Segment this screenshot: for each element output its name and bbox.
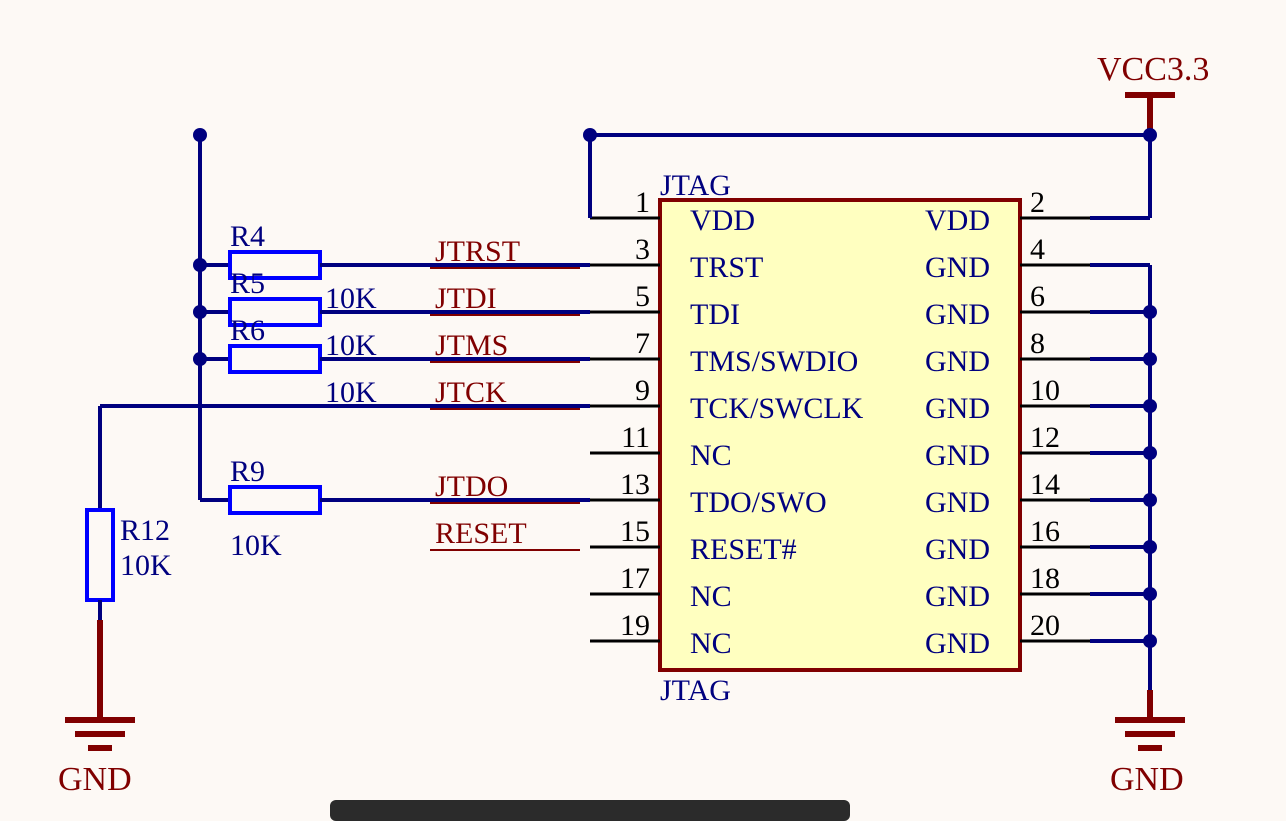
pin13-number: 13 (620, 468, 650, 501)
taskbar-fragment (330, 800, 850, 821)
resistor-r9 (230, 487, 320, 513)
vcc-symbol: VCC3.3 (1097, 51, 1209, 135)
pin12-name: GND (925, 439, 990, 472)
pin1-name: VDD (690, 204, 755, 237)
pin20-name: GND (925, 627, 990, 660)
r5-designator: R5 (230, 267, 265, 300)
pin9-number: 9 (635, 374, 650, 407)
pin17-number: 17 (620, 562, 650, 595)
svg-text:GND: GND (58, 761, 132, 798)
pin8-name: GND (925, 345, 990, 378)
pin4-number: 4 (1030, 233, 1045, 266)
pin9-name: TCK/SWCLK (690, 392, 864, 425)
pin16-number: 16 (1030, 515, 1060, 548)
pin3-number: 3 (635, 233, 650, 266)
pin19-name: NC (690, 627, 732, 660)
gnd-symbol-left: GND (58, 620, 135, 798)
net-reset: RESET (435, 517, 527, 550)
pin14-name: GND (925, 486, 990, 519)
net-jtms: JTMS (435, 329, 508, 362)
pin7-number: 7 (635, 327, 650, 360)
svg-text:GND: GND (1110, 761, 1184, 798)
pin11-name: NC (690, 439, 732, 472)
svg-text:VCC3.3: VCC3.3 (1097, 51, 1209, 88)
pin5-number: 5 (635, 280, 650, 313)
gnd-symbol-right: GND (1110, 690, 1185, 798)
pin18-number: 18 (1030, 562, 1060, 595)
r12-value: 10K (120, 549, 172, 582)
pin2-name: VDD (925, 204, 990, 237)
jtag-label-top: JTAG (660, 169, 731, 202)
resistor-r6 (230, 346, 320, 372)
jtag-label-bottom: JTAG (660, 674, 731, 707)
pin15-name: RESET# (690, 533, 797, 566)
r9-value: 10K (230, 529, 282, 562)
pin19-number: 19 (620, 609, 650, 642)
r6-designator: R6 (230, 314, 265, 347)
pin12-number: 12 (1030, 421, 1060, 454)
r4-designator: R4 (230, 220, 265, 253)
pin15-number: 15 (620, 515, 650, 548)
pin1-number: 1 (635, 186, 650, 219)
pin3-name: TRST (690, 251, 763, 284)
pin13-name: TDO/SWO (690, 486, 827, 519)
pin20-number: 20 (1030, 609, 1060, 642)
pin8-number: 8 (1030, 327, 1045, 360)
pin10-number: 10 (1030, 374, 1060, 407)
pin7-name: TMS/SWDIO (690, 345, 858, 378)
pin4-name: GND (925, 251, 990, 284)
r9-designator: R9 (230, 455, 265, 488)
pin16-name: GND (925, 533, 990, 566)
net-jtrst: JTRST (435, 235, 520, 268)
net-jtdi: JTDI (435, 282, 497, 315)
pin5-name: TDI (690, 298, 740, 331)
resistor-r12 (87, 510, 113, 600)
pin2-number: 2 (1030, 186, 1045, 219)
pin6-number: 6 (1030, 280, 1045, 313)
r12-designator: R12 (120, 514, 170, 547)
pin14-number: 14 (1030, 468, 1060, 501)
pin11-number: 11 (621, 421, 650, 454)
net-jtdo: JTDO (435, 470, 508, 503)
pin10-name: GND (925, 392, 990, 425)
pin6-name: GND (925, 298, 990, 331)
pin17-name: NC (690, 580, 732, 613)
pin18-name: GND (925, 580, 990, 613)
